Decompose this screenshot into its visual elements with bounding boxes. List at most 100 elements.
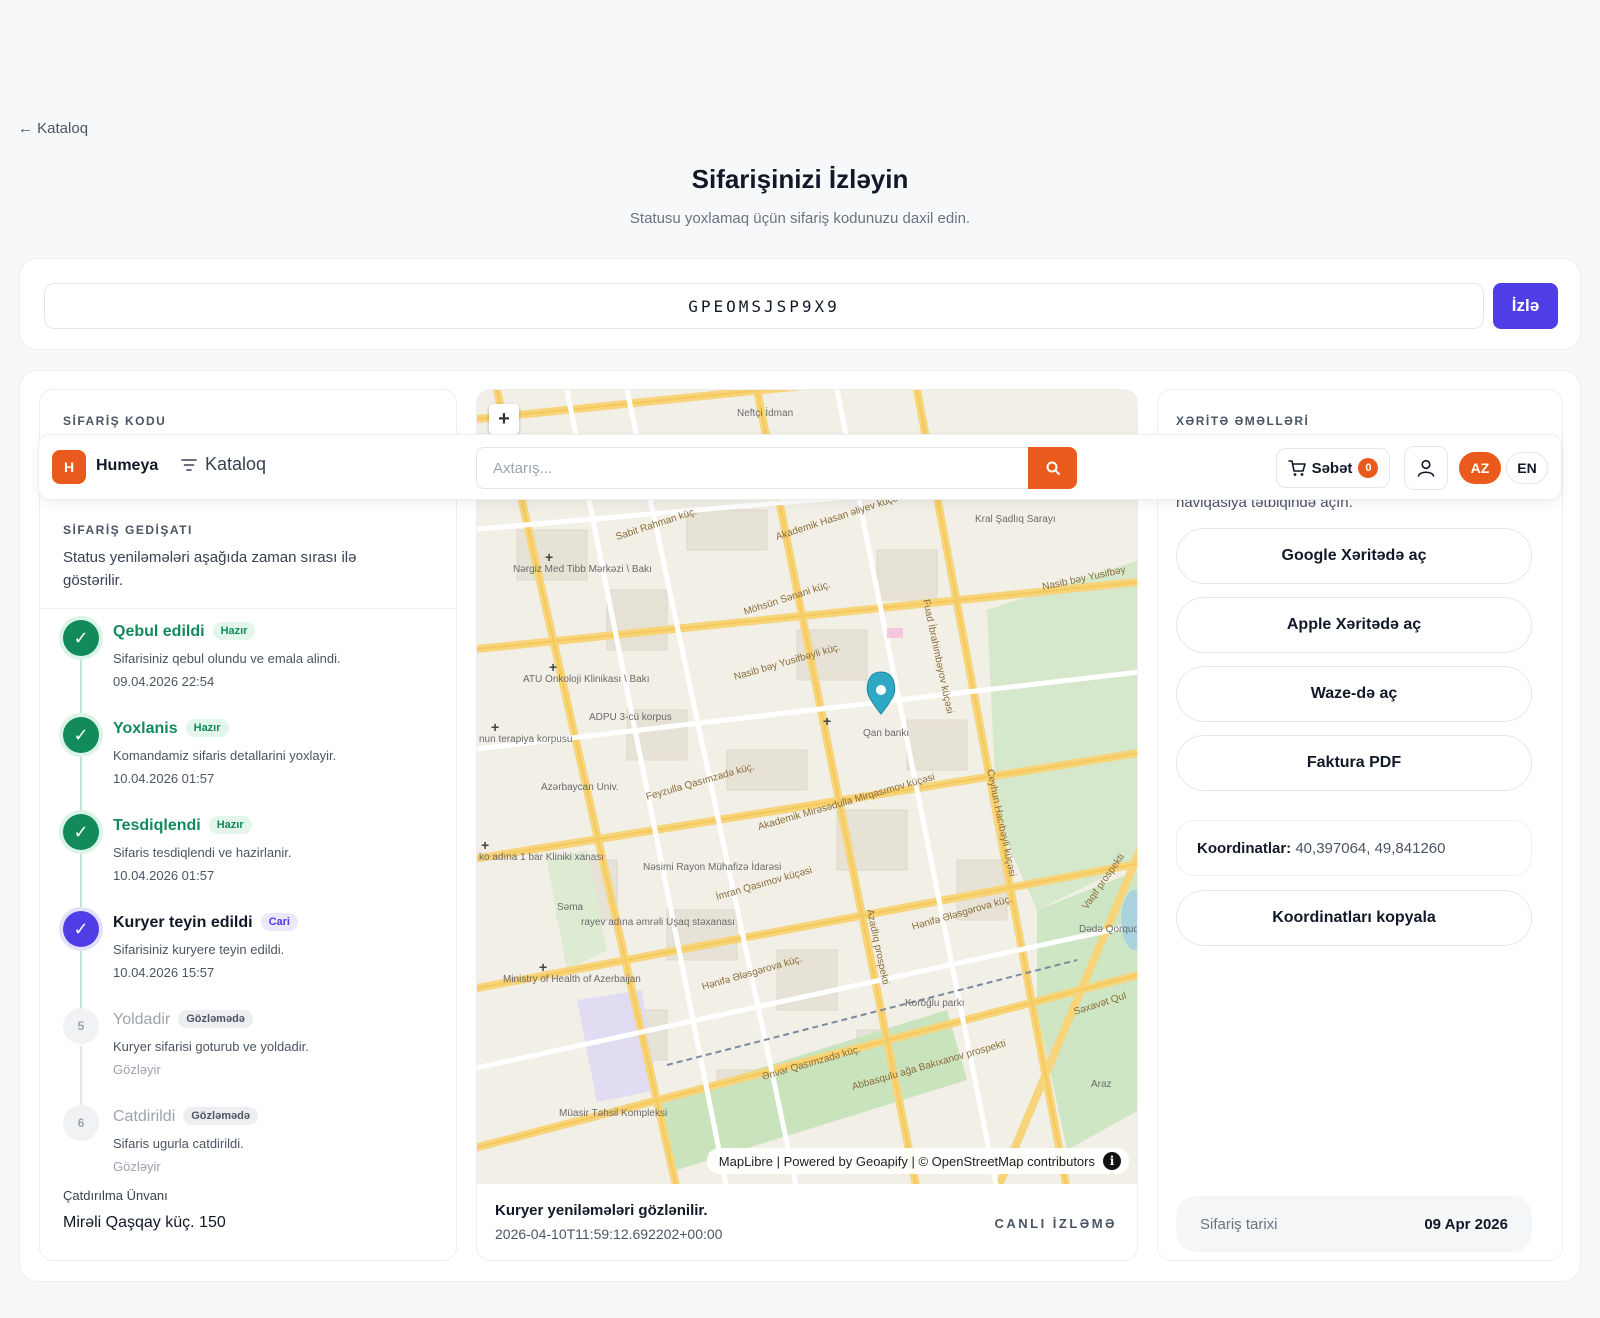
step-title-text: Yoldadir — [113, 1011, 171, 1028]
courier-status-timestamp: 2026-04-10T11:59:12.692202+00:00 — [495, 1226, 723, 1242]
map-actions-panel: XƏRİTƏ ƏMƏLLƏRİ naviqasiya tətbiqində aç… — [1157, 389, 1563, 1261]
step-description: Sifaris tesdiqlendi ve hazirlanir. — [113, 845, 292, 860]
svg-text:+: + — [481, 837, 489, 853]
divider — [40, 608, 456, 609]
search-input[interactable] — [476, 447, 1029, 489]
map-label: nun terapiya korpusu — [479, 734, 572, 745]
status-badge: Cari — [260, 913, 298, 931]
svg-text:+: + — [539, 959, 547, 975]
invoice-pdf-button[interactable]: Faktura PDF — [1176, 735, 1532, 791]
live-tracking-label: CANLI İZLƏMƏ — [994, 1216, 1117, 1231]
step-description: Sifarisiniz qebul olundu ve emala alindi… — [113, 651, 341, 666]
step-title-text: Kuryer teyin edildi — [113, 914, 253, 931]
page-title: Sifarişinizi İzləyin — [691, 164, 909, 194]
timeline-connector — [80, 949, 82, 1011]
status-badge: Hazır — [208, 816, 252, 834]
timeline-step: ✓ Kuryer teyin edildi Cari Sifarisiniz ku… — [63, 909, 443, 1011]
check-icon: ✓ — [63, 717, 99, 753]
svg-text:+: + — [549, 659, 557, 675]
order-date-label: Sifariş tarixi — [1200, 1215, 1278, 1233]
status-badge: Gözləmədə — [183, 1107, 258, 1125]
order-code-input[interactable] — [44, 283, 1484, 329]
step-title-text: Qebul edildi — [113, 623, 205, 640]
timeline-connector — [80, 1046, 82, 1108]
map-tiles: Sabit Rahman küç. Akademik Hasan əliyev … — [477, 390, 1137, 1184]
svg-text:+: + — [823, 713, 831, 729]
map-label: Səma — [557, 902, 584, 913]
zoom-in-button[interactable]: + — [489, 404, 519, 434]
svg-text:+: + — [491, 719, 499, 735]
order-progress-panel: SİFARİŞ KODU SİFARİŞ GEDİŞATI Status yen… — [39, 389, 457, 1261]
track-form-card: İzlə — [19, 258, 1581, 350]
order-date-box: Sifariş tarixi 09 Apr 2026 — [1176, 1196, 1532, 1252]
delivery-address-value: Mirəli Qaşqay küç. 150 — [63, 1214, 226, 1231]
open-google-maps-button[interactable]: Google Xəritədə aç — [1176, 528, 1532, 584]
order-date-value: 09 Apr 2026 — [1424, 1215, 1508, 1233]
timeline-step: ✓ Yoxlanis Hazır Komandamiz sifaris detal… — [63, 715, 443, 817]
check-icon: ✓ — [63, 814, 99, 850]
maplibre-link[interactable]: MapLibre — [719, 1154, 773, 1169]
cart-count-badge: 0 — [1358, 458, 1379, 478]
order-code-label: SİFARİŞ KODU — [63, 414, 167, 428]
open-apple-maps-button[interactable]: Apple Xəritədə aç — [1176, 597, 1532, 653]
step-description: Komandamiz sifaris detallarini yoxlayir. — [113, 748, 337, 763]
top-navigation-bar: H Humeya Kataloq Səbət 0 AZ EN — [38, 434, 1562, 500]
map-label: Azərbaycan Univ. — [541, 782, 619, 793]
search-icon — [1046, 461, 1060, 475]
map-attribution: MapLibre | Powered by Geoapify | © OpenS… — [706, 1148, 1129, 1174]
delivery-address-label: Çatdırılma Ünvanı — [63, 1188, 168, 1203]
language-az-button[interactable]: AZ — [1459, 452, 1501, 484]
status-badge: Hazır — [212, 622, 256, 640]
open-waze-button[interactable]: Waze-də aç — [1176, 666, 1532, 722]
step-title: Kuryer teyin edildi Cari — [113, 913, 298, 932]
map-label: Nərgiz Med Tibb Mərkəzi \ Bakı — [513, 564, 652, 575]
map-label: Ministry of Health of Azerbaijan — [503, 974, 641, 985]
catalog-nav-link[interactable]: Kataloq — [181, 454, 266, 475]
svg-text:+: + — [545, 549, 553, 565]
back-to-catalog-link[interactable]: ← Kataloq — [18, 120, 88, 137]
coordinates-value: 40,397064, 49,841260 — [1295, 840, 1446, 857]
step-description: Kuryer sifarisi goturub ve yoldadir. — [113, 1039, 309, 1054]
map-label: ATU Onkoloji Klinikası \ Bakı — [523, 674, 650, 685]
search-button[interactable] — [1028, 447, 1077, 489]
map-label: Koroğlu parkı — [905, 998, 964, 1009]
map-label: Qan bankı — [863, 728, 909, 739]
coordinates-label: Koordinatlar: — [1197, 840, 1292, 857]
cart-icon — [1287, 460, 1306, 476]
timeline-step: ✓ Qebul edildi Hazır Sifarisiniz qebul ol… — [63, 618, 443, 720]
map-label: Neftçi İdman — [737, 406, 793, 419]
info-icon[interactable]: i — [1103, 1152, 1121, 1170]
map-panel: Sabit Rahman küç. Akademik Hasan əliyev … — [476, 389, 1138, 1261]
timeline-connector — [80, 658, 82, 720]
courier-status-text: Kuryer yeniləmələri gözlənilir. — [495, 1202, 708, 1219]
order-details-card: SİFARİŞ KODU SİFARİŞ GEDİŞATI Status yen… — [19, 370, 1581, 1282]
order-progress-label: SİFARİŞ GEDİŞATI — [63, 523, 193, 537]
step-description: Sifaris ugurla catdirildi. — [113, 1136, 244, 1151]
step-time: 10.04.2026 01:57 — [113, 868, 215, 883]
step-title: Qebul edildi Hazır — [113, 622, 256, 641]
map-label: Araz — [1091, 1079, 1112, 1090]
step-time: 10.04.2026 01:57 — [113, 771, 215, 786]
map-label: ko adına 1 bar Kliniki xanası — [479, 852, 604, 863]
step-description: Sifarisiniz kuryere teyin edildi. — [113, 942, 285, 957]
map-label: ADPU 3-cü korpus — [589, 712, 672, 723]
step-number: 5 — [63, 1008, 99, 1044]
map-label: Nəsimi Rayon Mühafizə İdarəsi — [643, 860, 781, 873]
map-label: Kral Şadlıq Sarayı — [975, 514, 1056, 525]
step-title-text: Catdirildi — [113, 1108, 176, 1125]
track-button[interactable]: İzlə — [1493, 283, 1558, 329]
copy-coordinates-button[interactable]: Koordinatları kopyala — [1176, 890, 1532, 946]
user-account-button[interactable] — [1404, 446, 1448, 490]
catalog-nav-label: Kataloq — [205, 454, 267, 474]
user-icon — [1417, 459, 1435, 477]
cart-button[interactable]: Səbət 0 — [1276, 448, 1390, 488]
attribution-text: | Powered by Geoapify | © OpenStreetMap … — [776, 1153, 1095, 1169]
brand-name[interactable]: Humeya — [96, 457, 158, 475]
page-subtitle: Statusu yoxlamaq üçün sifariş kodunuzu d… — [629, 210, 971, 227]
brand-logo[interactable]: H — [52, 450, 86, 484]
map[interactable]: Sabit Rahman küç. Akademik Hasan əliyev … — [477, 390, 1137, 1184]
language-en-button[interactable]: EN — [1506, 452, 1548, 484]
filter-icon — [181, 458, 197, 471]
step-number: 6 — [63, 1105, 99, 1141]
cart-label: Səbət — [1311, 459, 1353, 477]
